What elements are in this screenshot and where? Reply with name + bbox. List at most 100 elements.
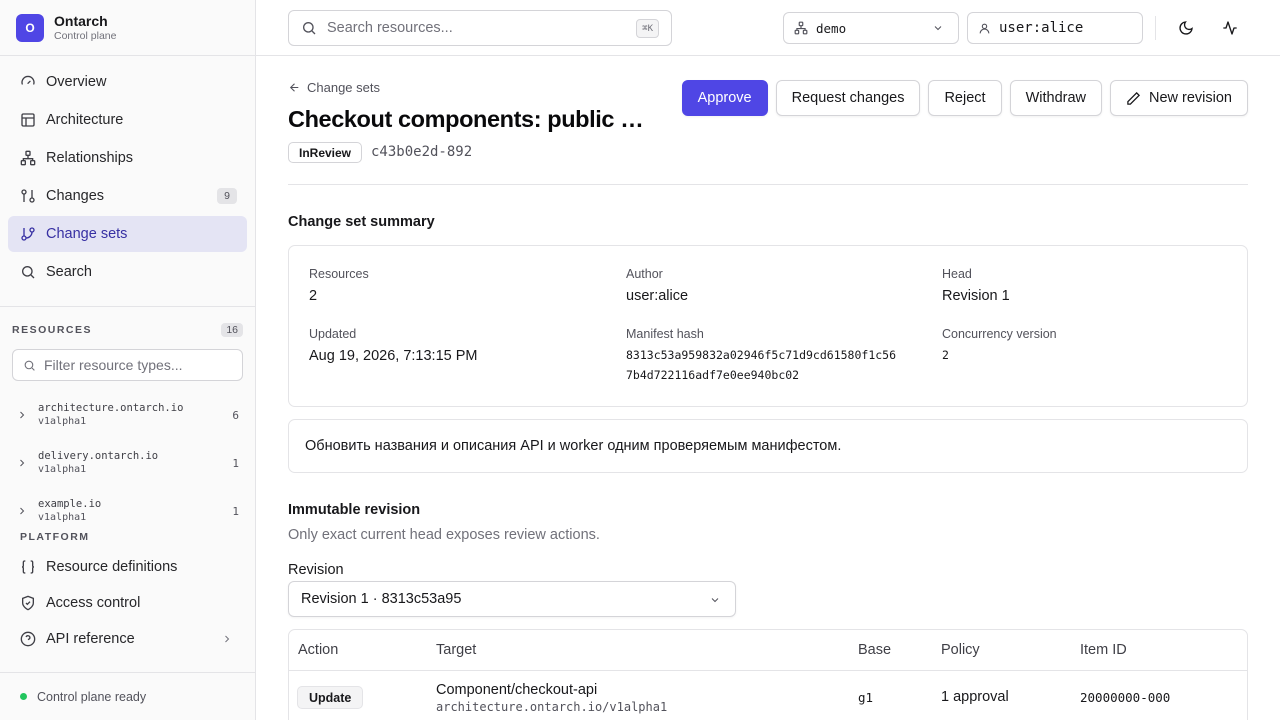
nav-label: Search <box>46 264 92 280</box>
activity-button[interactable] <box>1216 14 1244 42</box>
nav-item-overview[interactable]: Overview <box>8 64 247 100</box>
approve-button[interactable]: Approve <box>681 80 768 116</box>
head-field: Head Revision 1 <box>942 266 1010 305</box>
search-shortcut: ⌘K <box>636 19 659 38</box>
topbar-divider <box>1155 16 1156 40</box>
network-icon <box>20 150 36 166</box>
search-icon <box>303 22 316 35</box>
resource-group-list: architecture.ontarch.io v1alpha1 6 deliv… <box>0 391 255 535</box>
nav-label: Change sets <box>46 226 128 242</box>
resources-field: Resources 2 <box>309 266 369 305</box>
arrow-left-icon <box>289 83 299 92</box>
column-header-policy: Policy <box>941 642 980 658</box>
user-identity-field[interactable]: user:alice <box>967 12 1143 44</box>
brand-logo: O <box>16 13 44 42</box>
new-revision-button[interactable]: New revision <box>1110 80 1248 116</box>
nav-item-resource-definitions[interactable]: Resource definitions <box>0 549 255 585</box>
resource-group-item[interactable]: delivery.ontarch.io v1alpha1 1 <box>0 439 255 487</box>
nav-label: Resource definitions <box>46 559 178 575</box>
theme-toggle-button[interactable] <box>1172 14 1200 42</box>
chevron-down-icon <box>934 26 942 31</box>
network-icon <box>794 21 808 35</box>
nav-item-change-sets[interactable]: Change sets <box>8 216 247 252</box>
resource-group-count: 6 <box>232 408 239 422</box>
status-badge: InReview <box>288 142 363 163</box>
sidebar: O Ontarch Control plane Overview Archite… <box>0 0 256 720</box>
revision-heading: Immutable revision <box>288 502 421 518</box>
field-label: Manifest hash <box>626 327 704 341</box>
user-value: user:alice <box>999 20 1084 36</box>
author-field: Author user:alice <box>626 266 688 305</box>
shield-icon <box>22 595 34 611</box>
moon-icon <box>1179 21 1193 35</box>
help-circle-icon <box>20 631 36 647</box>
resource-filter-input[interactable]: Filter resource types... <box>12 349 243 381</box>
header-divider <box>288 184 1248 185</box>
chevron-right-icon <box>20 459 25 467</box>
hash-line: 8313c53a959832a02946f5c71d9cd61580f1c56 <box>626 348 897 362</box>
field-value: Revision 1 <box>942 288 1010 304</box>
resource-group-count: 1 <box>232 504 239 518</box>
target-api-version: architecture.ontarch.io/v1alpha1 <box>436 700 668 714</box>
field-value: user:alice <box>626 288 689 304</box>
status-text: Control plane ready <box>37 689 147 704</box>
main-content: Change sets Checkout components: public … <box>288 56 1248 720</box>
back-to-change-sets-link[interactable]: Change sets <box>288 80 380 95</box>
resource-group-item[interactable]: example.io v1alpha1 1 <box>0 487 255 535</box>
nav-item-access-control[interactable]: Access control <box>0 585 255 621</box>
change-set-description: Обновить названия и описания API и worke… <box>305 438 842 454</box>
field-value: Aug 19, 2026, 7:13:15 PM <box>309 348 478 364</box>
search-input[interactable]: Search resources... ⌘K <box>288 10 672 46</box>
activity-icon <box>1223 21 1237 35</box>
chevron-right-icon <box>20 411 25 419</box>
back-label: Change sets <box>307 80 380 95</box>
action-buttons: Approve Request changes Reject Withdraw … <box>681 80 1248 116</box>
field-value: 2 <box>942 348 949 362</box>
field-value: 8313c53a959832a02946f5c71d9cd61580f1c56 … <box>626 345 896 385</box>
layout-icon <box>21 113 35 127</box>
changes-count-badge: 9 <box>217 188 237 204</box>
revision-select[interactable]: Revision 1 · 8313c53a95 <box>288 581 736 617</box>
table-row[interactable]: Update Component/checkout-api architectu… <box>289 671 1247 720</box>
table-header: Action Target Base Policy Item ID <box>289 630 1247 671</box>
field-label: Concurrency version <box>942 327 1057 341</box>
resource-group-version: v1alpha1 <box>38 416 87 427</box>
revision-subtext: Only exact current head exposes review a… <box>288 527 600 543</box>
search-placeholder: Search resources... <box>327 20 453 36</box>
user-icon <box>979 23 990 33</box>
page-title: Checkout components: public names and de… <box>288 106 648 132</box>
nav-item-search[interactable]: Search <box>8 254 247 290</box>
target-name[interactable]: Component/checkout-api <box>436 681 597 699</box>
hash-line: 7b4d722116adf7e0ee940bc02 <box>626 368 800 382</box>
item-id-value: 20000000-000 <box>1080 690 1171 705</box>
nav-label: Changes <box>46 188 105 204</box>
resource-group-item[interactable]: architecture.ontarch.io v1alpha1 6 <box>0 391 255 439</box>
nav-item-architecture[interactable]: Architecture <box>8 102 247 138</box>
summary-heading: Change set summary <box>288 214 435 230</box>
brand[interactable]: O Ontarch Control plane <box>0 0 255 56</box>
git-branch-icon <box>21 227 35 241</box>
main-nav: Overview Architecture Relationships Chan… <box>0 56 255 307</box>
nav-item-changes[interactable]: Changes 9 <box>8 178 247 214</box>
resource-group-count: 1 <box>232 456 239 470</box>
status-dot <box>20 693 27 700</box>
revision-items-table: Action Target Base Policy Item ID Update… <box>288 629 1248 720</box>
nav-item-relationships[interactable]: Relationships <box>8 140 247 176</box>
field-label: Author <box>626 267 663 281</box>
resource-group-version: v1alpha1 <box>38 512 87 523</box>
workspace-select[interactable]: demo <box>783 12 959 44</box>
nav-label: Relationships <box>46 150 134 166</box>
withdraw-button[interactable]: Withdraw <box>1009 80 1102 116</box>
reject-button[interactable]: Reject <box>928 80 1002 116</box>
status-bar: Control plane ready <box>0 672 255 720</box>
nav-item-api-reference[interactable]: API reference <box>0 621 255 657</box>
new-revision-label: New revision <box>1149 90 1232 106</box>
git-compare-icon <box>21 189 35 203</box>
chevron-down-icon <box>711 598 719 603</box>
request-changes-button[interactable]: Request changes <box>775 80 921 116</box>
nav-label: Overview <box>46 74 107 90</box>
updated-field: Updated Aug 19, 2026, 7:13:15 PM <box>309 326 478 365</box>
topbar: Search resources... ⌘K demo user:alice <box>256 0 1280 56</box>
field-label: Updated <box>309 327 357 341</box>
nav-label: API reference <box>46 631 135 647</box>
